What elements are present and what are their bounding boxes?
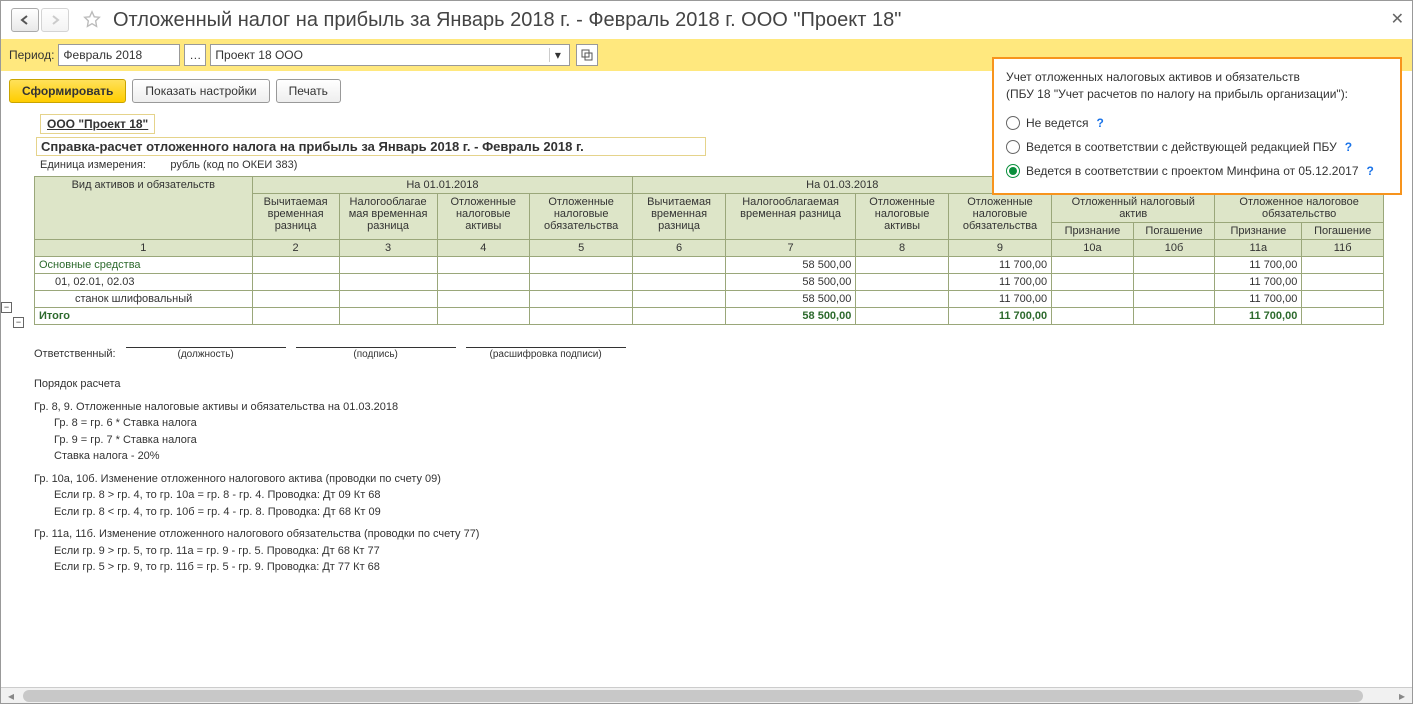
- period-field[interactable]: Февраль 2018: [58, 44, 180, 66]
- help-icon[interactable]: ?: [1096, 116, 1103, 130]
- back-button[interactable]: [11, 8, 39, 32]
- window-title: Отложенный налог на прибыль за Январь 20…: [113, 9, 901, 32]
- total-row: Итого 58 500,0011 700,0011 700,00: [35, 308, 1384, 325]
- favorite-icon[interactable]: [81, 9, 103, 31]
- org-open-button[interactable]: [576, 44, 598, 66]
- tree-controls: − −: [1, 302, 24, 332]
- horizontal-scrollbar[interactable]: ◂ ▸: [1, 687, 1412, 703]
- col-numbers-row: 12345678910а10б11а11б: [35, 240, 1384, 257]
- settings-option-1[interactable]: Не ведется?: [1006, 111, 1388, 135]
- settings-popup: Учет отложенных налоговых активов и обяз…: [992, 57, 1402, 195]
- radio-icon: [1006, 164, 1020, 178]
- report-org: ООО "Проект 18": [40, 114, 155, 134]
- report-header: ООО "Проект 18" Справка-расчет отложенно…: [34, 111, 708, 174]
- org-dropdown-icon[interactable]: ▾: [549, 48, 565, 62]
- show-settings-button[interactable]: Показать настройки: [132, 79, 269, 103]
- scroll-left-icon[interactable]: ◂: [3, 688, 19, 704]
- period-picker-button[interactable]: …: [184, 44, 206, 66]
- report-area[interactable]: ООО "Проект 18" Справка-расчет отложенно…: [1, 111, 1412, 687]
- settings-option-2[interactable]: Ведется в соответствии с действующей ред…: [1006, 135, 1388, 159]
- close-button[interactable]: ✕: [1391, 9, 1404, 29]
- table-row[interactable]: Основные средства 58 500,0011 700,0011 7…: [35, 257, 1384, 274]
- radio-icon: [1006, 140, 1020, 154]
- col-group: На 01.01.2018: [252, 177, 633, 194]
- col-group: На 01.03.2018: [633, 177, 1052, 194]
- app-window: Отложенный налог на прибыль за Январь 20…: [0, 0, 1413, 704]
- calc-order: Порядок расчета Гр. 8, 9. Отложенные нал…: [34, 376, 1397, 576]
- unit-row: Единица измерения: рубль (код по ОКЕИ 38…: [36, 158, 706, 172]
- help-icon[interactable]: ?: [1367, 164, 1374, 178]
- signatures: Ответственный: (должность) (подпись) (ра…: [34, 337, 1397, 360]
- settings-header: Учет отложенных налоговых активов и обяз…: [1006, 69, 1388, 103]
- table-row[interactable]: станок шлифовальный 58 500,0011 700,0011…: [35, 291, 1384, 308]
- titlebar: Отложенный налог на прибыль за Январь 20…: [1, 1, 1412, 39]
- table-row[interactable]: 01, 02.01, 02.03 58 500,0011 700,0011 70…: [35, 274, 1384, 291]
- scroll-right-icon[interactable]: ▸: [1394, 688, 1410, 704]
- radio-icon: [1006, 116, 1020, 130]
- forward-button[interactable]: [41, 8, 69, 32]
- org-field[interactable]: Проект 18 ООО ▾: [210, 44, 570, 66]
- period-label: Период:: [9, 48, 54, 62]
- settings-option-3[interactable]: Ведется в соответствии с проектом Минфин…: [1006, 159, 1388, 183]
- help-icon[interactable]: ?: [1345, 140, 1352, 154]
- print-button[interactable]: Печать: [276, 79, 341, 103]
- generate-button[interactable]: Сформировать: [9, 79, 126, 103]
- tree-collapse-button[interactable]: −: [13, 317, 24, 328]
- data-table: Вид активов и обязательств На 01.01.2018…: [34, 176, 1384, 325]
- report-title: Справка-расчет отложенного налога на при…: [36, 137, 706, 156]
- tree-collapse-button[interactable]: −: [1, 302, 12, 313]
- scrollbar-thumb[interactable]: [23, 690, 1363, 702]
- col-header: Вид активов и обязательств: [35, 177, 253, 240]
